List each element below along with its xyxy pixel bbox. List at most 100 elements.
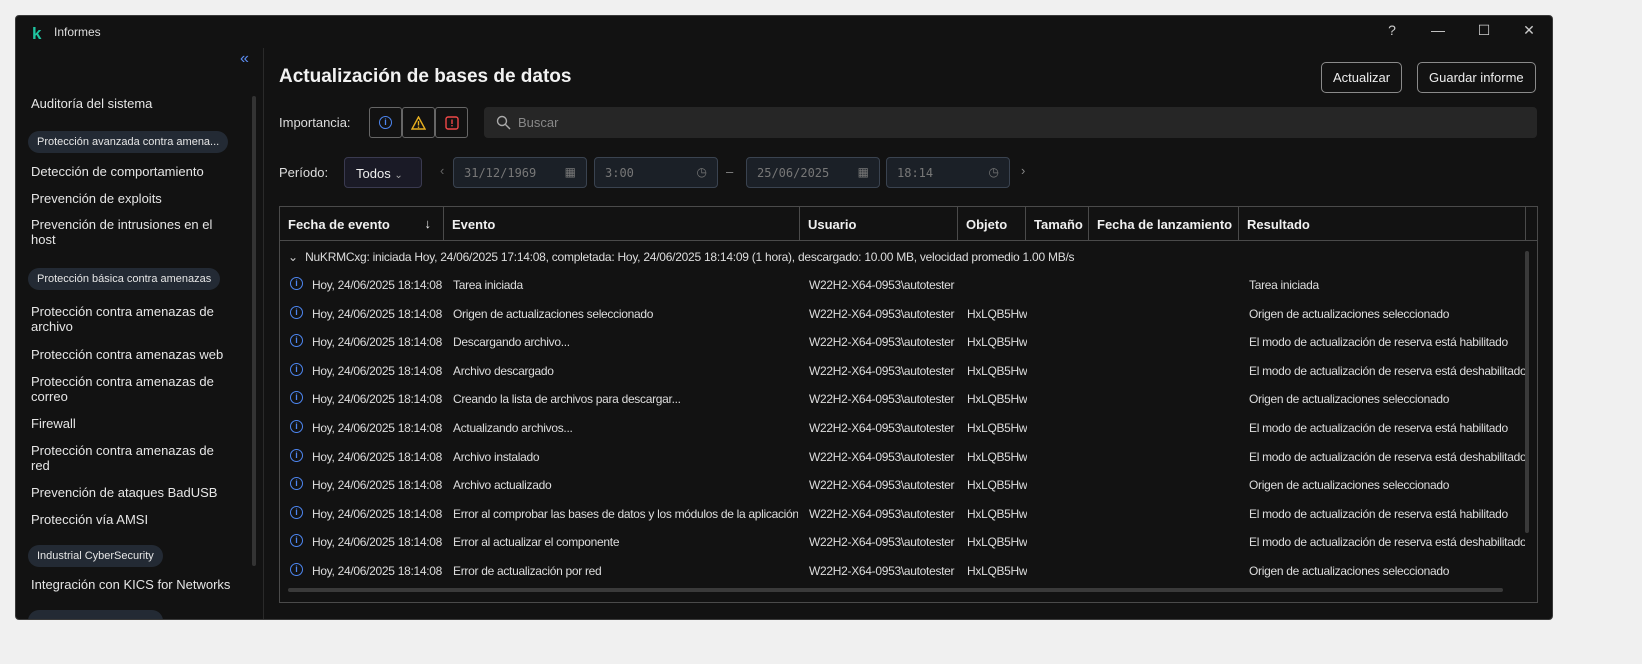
table-row[interactable]: i Hoy, 24/06/2025 18:14:08 Tarea iniciad… bbox=[280, 271, 1525, 299]
event-name: Actualizando archivos... bbox=[453, 421, 573, 435]
to-time-field[interactable]: 18:14 ◷ bbox=[886, 157, 1010, 188]
calendar-icon[interactable]: ▦ bbox=[858, 165, 869, 179]
next-period-icon[interactable]: › bbox=[1021, 163, 1025, 178]
event-result: El modo de actualización de reserva está… bbox=[1249, 335, 1508, 350]
column-header[interactable]: Objeto bbox=[958, 207, 1026, 241]
event-result: Origen de actualizaciones seleccionado bbox=[1249, 306, 1450, 321]
info-icon: i bbox=[290, 391, 303, 405]
event-user: W22H2-X64-0953\autotester bbox=[809, 478, 955, 493]
table-row[interactable]: i Hoy, 24/06/2025 18:14:08 Archivo insta… bbox=[280, 443, 1525, 471]
table-row[interactable]: i Hoy, 24/06/2025 18:14:08 Archivo desca… bbox=[280, 357, 1525, 385]
sidebar-item[interactable]: Detección de comportamiento bbox=[31, 164, 236, 179]
event-user: W22H2-X64-0953\autotester bbox=[809, 449, 955, 464]
from-time-field[interactable]: 3:00 ◷ bbox=[594, 157, 718, 188]
column-header-label: Evento bbox=[452, 217, 496, 232]
event-user: W22H2-X64-0953\autotester bbox=[809, 363, 955, 378]
calendar-icon[interactable]: ▦ bbox=[565, 165, 576, 179]
column-header[interactable]: Fecha de lanzamiento bbox=[1089, 207, 1239, 241]
event-name: Archivo instalado bbox=[453, 449, 540, 464]
refresh-button[interactable]: Actualizar bbox=[1321, 62, 1403, 93]
event-date: Hoy, 24/06/2025 18:14:08 bbox=[312, 363, 442, 378]
event-date: Hoy, 24/06/2025 18:14:08 bbox=[312, 564, 442, 578]
sidebar-item[interactable]: Prevención de intrusiones en el host bbox=[31, 217, 236, 247]
column-header[interactable]: Tamaño bbox=[1026, 207, 1089, 241]
table-row[interactable]: i Hoy, 24/06/2025 18:14:08 Error al actu… bbox=[280, 528, 1525, 556]
period-dropdown[interactable]: Todos ⌄ bbox=[344, 157, 422, 188]
event-name: Error al comprobar las bases de datos y … bbox=[453, 506, 798, 521]
event-user: W22H2-X64-0953\autotester bbox=[809, 564, 955, 578]
event-object: HxLQB5Hw bbox=[967, 449, 1027, 464]
event-name: Error de actualización por red bbox=[453, 564, 602, 578]
sidebar-item[interactable]: Protección contra amenazas de correo bbox=[31, 374, 236, 404]
to-date-field[interactable]: 25/06/2025 ▦ bbox=[746, 157, 880, 188]
from-date-field[interactable]: 31/12/1969 ▦ bbox=[453, 157, 587, 188]
column-header[interactable]: Fecha de evento ↓ bbox=[280, 207, 444, 241]
chevron-down-icon[interactable]: ⌄ bbox=[288, 250, 302, 264]
column-header-label: Usuario bbox=[808, 217, 857, 232]
sort-arrow-icon[interactable]: ↓ bbox=[425, 216, 432, 231]
sidebar-item[interactable]: Auditoría del sistema bbox=[31, 96, 236, 111]
table-row[interactable]: i Hoy, 24/06/2025 18:14:08 Creando la li… bbox=[280, 385, 1525, 413]
event-date: Hoy, 24/06/2025 18:14:08 bbox=[312, 335, 442, 350]
event-object: HxLQB5Hw bbox=[967, 335, 1027, 350]
sidebar-group-label: Industrial CyberSecurity bbox=[28, 545, 163, 567]
close-button[interactable]: ✕ bbox=[1514, 22, 1544, 39]
critical-icon bbox=[444, 115, 459, 130]
event-name: Error al actualizar el componente bbox=[453, 535, 620, 550]
sidebar-item[interactable]: Integración con KICS for Networks bbox=[31, 577, 236, 592]
group-row[interactable]: ⌄ NuKRMCxg: iniciada Hoy, 24/06/2025 17:… bbox=[288, 250, 1075, 264]
table-row[interactable]: i Hoy, 24/06/2025 18:14:08 Archivo actua… bbox=[280, 471, 1525, 499]
event-result: El modo de actualización de reserva está… bbox=[1249, 421, 1508, 435]
search-input[interactable]: Buscar bbox=[484, 107, 1537, 138]
sidebar-scrollbar[interactable] bbox=[252, 96, 256, 566]
table-row[interactable]: i Hoy, 24/06/2025 18:14:08 Error de actu… bbox=[280, 557, 1525, 585]
event-object: HxLQB5Hw bbox=[967, 392, 1027, 407]
from-date-value: 31/12/1969 bbox=[464, 166, 537, 180]
events-table: Fecha de evento ↓ Evento Usuario Objeto Tamañ… bbox=[279, 206, 1538, 603]
minimize-button[interactable]: — bbox=[1423, 22, 1453, 38]
clock-icon[interactable]: ◷ bbox=[697, 165, 707, 179]
event-result: El modo de actualización de reserva está… bbox=[1249, 535, 1525, 550]
sidebar-item[interactable]: Protección contra amenazas de archivo bbox=[31, 304, 236, 334]
sidebar-item[interactable]: Protección vía AMSI bbox=[31, 512, 236, 527]
horizontal-scrollbar[interactable] bbox=[288, 588, 1503, 592]
collapse-sidebar-icon[interactable]: « bbox=[240, 50, 249, 68]
sidebar-item[interactable]: Protección contra amenazas de red bbox=[31, 443, 236, 473]
event-user: W22H2-X64-0953\autotester bbox=[809, 506, 955, 521]
sidebar-item[interactable]: Prevención de exploits bbox=[31, 191, 236, 206]
event-date: Hoy, 24/06/2025 18:14:08 bbox=[312, 535, 442, 550]
group-summary: NuKRMCxg: iniciada Hoy, 24/06/2025 17:14… bbox=[305, 250, 1075, 264]
maximize-button[interactable]: ☐ bbox=[1469, 22, 1499, 39]
clock-icon[interactable]: ◷ bbox=[989, 165, 999, 179]
event-date: Hoy, 24/06/2025 18:14:08 bbox=[312, 278, 442, 292]
event-result: Origen de actualizaciones seleccionado bbox=[1249, 478, 1450, 493]
event-name: Creando la lista de archivos para descar… bbox=[453, 392, 681, 407]
column-header-label: Resultado bbox=[1247, 217, 1310, 232]
table-row[interactable]: i Hoy, 24/06/2025 18:14:08 Error al comp… bbox=[280, 500, 1525, 528]
column-header[interactable]: Evento bbox=[444, 207, 800, 241]
table-row[interactable]: i Hoy, 24/06/2025 18:14:08 Origen de act… bbox=[280, 300, 1525, 328]
event-object: HxLQB5Hw bbox=[967, 506, 1027, 521]
importance-warning-toggle[interactable] bbox=[402, 107, 435, 138]
sidebar-item[interactable]: Firewall bbox=[31, 416, 236, 431]
column-header[interactable]: Usuario bbox=[800, 207, 958, 241]
event-object: HxLQB5Hw bbox=[967, 564, 1027, 578]
previous-period-icon[interactable]: ‹ bbox=[440, 163, 444, 178]
importance-info-toggle[interactable]: i bbox=[369, 107, 402, 138]
column-header-label: Fecha de evento bbox=[288, 217, 390, 232]
importance-critical-toggle[interactable] bbox=[435, 107, 468, 138]
help-button[interactable]: ? bbox=[1377, 22, 1407, 38]
sidebar-item[interactable]: Protección contra amenazas web bbox=[31, 347, 236, 362]
vertical-scrollbar[interactable] bbox=[1525, 251, 1529, 533]
info-icon: i bbox=[290, 420, 303, 433]
event-result: El modo de actualización de reserva está… bbox=[1249, 506, 1508, 521]
column-header[interactable]: Resultado bbox=[1239, 207, 1526, 241]
save-report-button[interactable]: Guardar informe bbox=[1417, 62, 1536, 93]
chevron-down-icon: ⌄ bbox=[394, 170, 403, 181]
range-dash: – bbox=[726, 164, 734, 179]
event-user: W22H2-X64-0953\autotester bbox=[809, 278, 955, 292]
table-row[interactable]: i Hoy, 24/06/2025 18:14:08 Actualizando … bbox=[280, 414, 1525, 442]
sidebar-item[interactable]: Prevención de ataques BadUSB bbox=[31, 485, 236, 500]
table-row[interactable]: i Hoy, 24/06/2025 18:14:08 Descargando a… bbox=[280, 328, 1525, 356]
event-result: Tarea iniciada bbox=[1249, 278, 1319, 292]
